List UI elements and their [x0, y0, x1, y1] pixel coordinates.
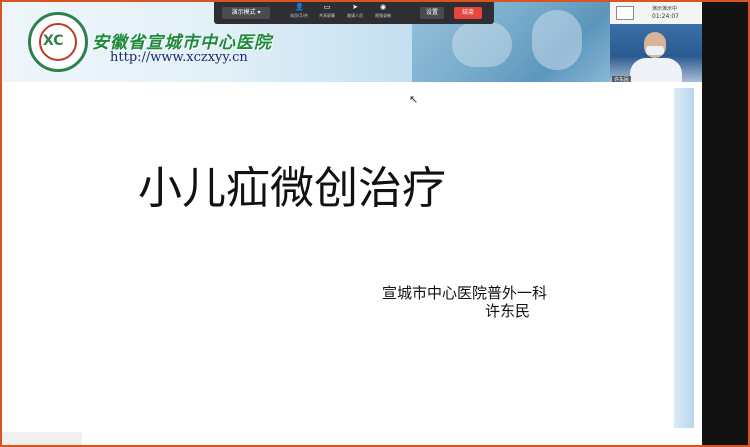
record-icon: ◉	[379, 3, 387, 11]
slide-title: 小儿疝微创治疗	[138, 163, 446, 214]
person-icon: 👤	[295, 3, 304, 11]
share-screen-label: 共享屏幕	[319, 13, 335, 18]
screen-share-window: XC 安徽省宣城市中心医院 http://www.xczxyy.cn 演示模式 …	[2, 2, 748, 445]
slide-side-bar	[674, 88, 694, 428]
slide-presenter: 许东民	[485, 302, 531, 320]
screen-thumbnail-icon	[616, 6, 634, 20]
hospital-logo: XC	[28, 12, 88, 72]
meeting-toolbar: 演示模式 ▾ 👤 成员(5)共 ▭ 共享屏幕 ➤ 邀请人员 ◉ 视频录制 设置 …	[214, 2, 494, 24]
share-status: 演示演示中 01:24:07	[610, 2, 702, 24]
share-status-title: 演示演示中	[652, 6, 678, 12]
members-button[interactable]: 👤 成员(5)共	[286, 4, 312, 22]
presentation-mode-select[interactable]: 演示模式 ▾	[222, 7, 270, 19]
participant-video[interactable]: 许东民	[610, 24, 702, 88]
stop-share-button[interactable]: 结束	[454, 7, 482, 19]
invite-label: 邀请人员	[347, 13, 363, 18]
invite-button[interactable]: ➤ 邀请人员	[342, 4, 368, 22]
camera-icon: ▭	[323, 3, 331, 11]
share-screen-button[interactable]: ▭ 共享屏幕	[314, 4, 340, 22]
record-label: 视频录制	[375, 13, 391, 18]
hospital-url: http://www.xczxyy.cn	[110, 50, 248, 65]
slide-content: 小儿疝微创治疗 宣城市中心医院普外一科 许东民	[32, 82, 702, 442]
camera-panel: 演示演示中 01:24:07 许东民	[610, 2, 702, 88]
share-timer: 01:24:07	[652, 13, 679, 20]
settings-button[interactable]: 设置	[420, 7, 444, 19]
pointer-icon: ➤	[352, 3, 358, 11]
footer-strip	[2, 432, 82, 445]
side-panel	[702, 2, 748, 445]
logo-mark: XC	[43, 33, 64, 49]
record-button[interactable]: ◉ 视频录制	[370, 4, 396, 22]
members-label: 成员(5)共	[290, 13, 308, 18]
mouse-cursor-icon: ↖	[409, 93, 419, 106]
